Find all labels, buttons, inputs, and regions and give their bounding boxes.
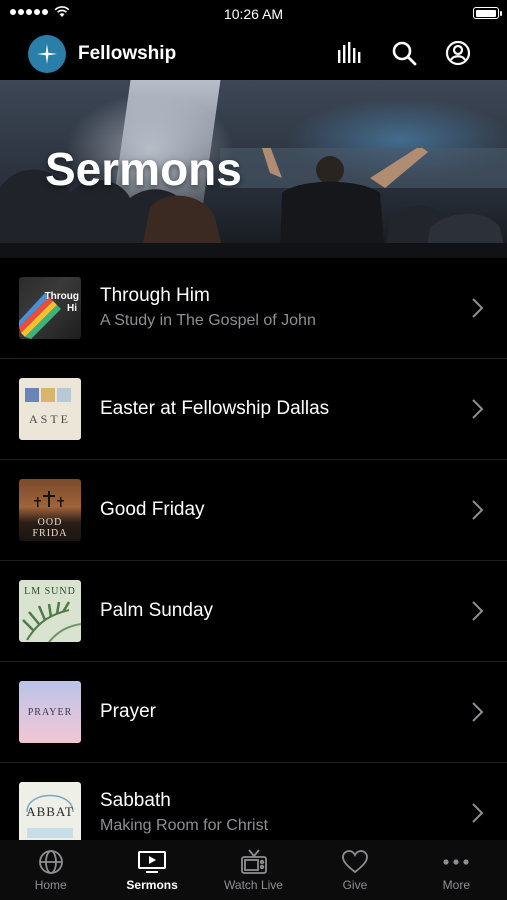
sermon-item[interactable]: LM SUND Palm Sunday (0, 561, 507, 662)
tab-sermons[interactable]: Sermons (101, 840, 202, 900)
sermon-thumbnail: OOD FRIDA (19, 479, 81, 541)
sermon-title: Prayer (100, 701, 156, 722)
search-icon[interactable] (389, 38, 419, 68)
app-title: Fellowship (78, 43, 177, 64)
chevron-right-icon (472, 399, 484, 419)
chevron-right-icon (472, 803, 484, 823)
sermon-title: Easter at Fellowship Dallas (100, 398, 330, 419)
chevron-right-icon (472, 601, 484, 621)
globe-icon (38, 848, 64, 876)
heart-icon (342, 848, 368, 876)
sermon-thumbnail: Throug Hi (19, 277, 81, 339)
tab-give[interactable]: Give (304, 840, 405, 900)
page-title: Sermons (45, 143, 242, 195)
sermon-thumbnail: ASTE (19, 378, 81, 440)
tv-icon (137, 848, 167, 876)
more-dots-icon (443, 848, 469, 876)
tab-label: Watch Live (224, 878, 283, 892)
tab-home[interactable]: Home (0, 840, 101, 900)
sermon-title: Through Him (100, 285, 210, 306)
chevron-right-icon (472, 500, 484, 520)
sermon-thumbnail: LM SUND (19, 580, 81, 642)
chevron-right-icon (472, 702, 484, 722)
battery-icon (473, 7, 502, 19)
sermon-title: Sabbath (100, 790, 171, 811)
sermon-subtitle: A Study in The Gospel of John (100, 312, 316, 329)
sermon-thumbnail: ABBAT (19, 782, 81, 844)
hero-banner: Sermons (0, 80, 507, 258)
sermon-title: Good Friday (100, 499, 205, 520)
wifi-icon (54, 6, 70, 17)
status-time: 10:26 AM (223, 6, 284, 22)
tab-watch-live[interactable]: Watch Live (203, 840, 304, 900)
tab-bar: Home Sermons Watch Live Give More (0, 840, 507, 900)
signal-indicator (10, 6, 70, 18)
audio-bars-icon[interactable] (335, 38, 365, 68)
account-icon[interactable] (443, 38, 473, 68)
sermon-subtitle: Making Room for Christ (100, 817, 269, 834)
sermon-list: Throug Hi Through Him A Study in The Gos… (0, 258, 507, 864)
signal-dots-icon (10, 9, 48, 15)
tab-more[interactable]: More (406, 840, 507, 900)
sermon-item[interactable]: Throug Hi Through Him A Study in The Gos… (0, 258, 507, 359)
app-header: Fellowship (0, 28, 507, 80)
tab-label: Sermons (126, 878, 178, 892)
tab-label: Home (34, 878, 67, 892)
sermon-thumbnail: PRAYER (19, 681, 81, 743)
sermon-item[interactable]: OOD FRIDA Good Friday (0, 460, 507, 561)
retro-tv-icon (240, 848, 268, 876)
tab-label: Give (342, 878, 368, 892)
sermon-item[interactable]: ASTE Easter at Fellowship Dallas (0, 359, 507, 460)
fellowship-logo-icon[interactable] (28, 35, 66, 73)
chevron-right-icon (472, 298, 484, 318)
sermon-title: Palm Sunday (100, 600, 214, 621)
tab-label: More (442, 878, 470, 892)
status-bar: 10:26 AM (0, 0, 507, 28)
sermon-item[interactable]: PRAYER Prayer (0, 662, 507, 763)
